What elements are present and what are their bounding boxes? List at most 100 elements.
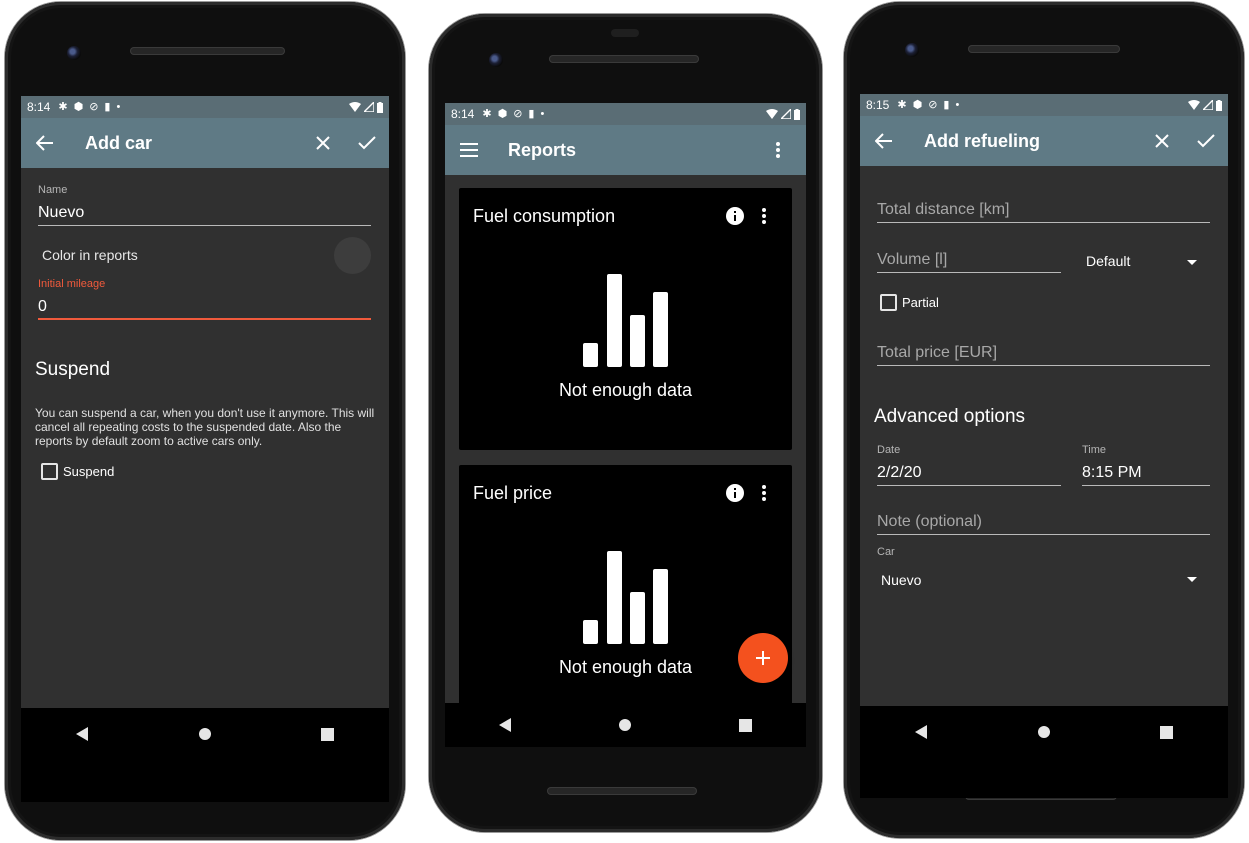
nav-recents-icon[interactable] (1155, 720, 1179, 744)
close-icon[interactable] (311, 131, 335, 155)
battery-icon (1216, 99, 1222, 111)
status-time: 8:14 (27, 100, 51, 114)
arrow-back-icon[interactable] (33, 131, 57, 155)
nav-back-icon[interactable] (70, 722, 94, 746)
nav-back-icon[interactable] (909, 720, 933, 744)
shield-icon: ⬢ (497, 108, 508, 120)
suspend-heading: Suspend (35, 359, 111, 380)
note-input[interactable]: Note (optional) (877, 513, 982, 531)
suspend-checkbox[interactable] (41, 463, 58, 480)
wifi-icon (766, 109, 778, 119)
time-label: Time (1082, 444, 1107, 456)
gear-icon: ✱ (482, 108, 492, 120)
page-title: Add car (85, 132, 153, 153)
total-distance-input[interactable]: Total distance [km] (877, 201, 1010, 219)
note-underline (877, 534, 1210, 535)
sd-card-icon: ▮ (528, 108, 535, 120)
nav-recents-icon[interactable] (734, 713, 758, 737)
name-underline (38, 225, 371, 226)
car-dropdown[interactable]: Nuevo (881, 572, 921, 588)
suspend-checkbox-label: Suspend (63, 464, 115, 479)
date-input[interactable]: 2/2/20 (877, 464, 921, 482)
top-speaker (549, 55, 699, 63)
info-icon[interactable] (726, 484, 744, 502)
page-title: Reports (508, 139, 577, 160)
app-bar: Reports (445, 125, 806, 175)
battery-icon (794, 108, 800, 120)
plus-icon (756, 651, 770, 665)
report-card-fuel-consumption[interactable]: Fuel consumption Not enough data (459, 188, 792, 450)
card-title: Fuel price (473, 483, 553, 503)
sd-card-icon: ▮ (104, 101, 111, 113)
nav-home-icon[interactable] (193, 722, 217, 746)
initial-mileage-label: Initial mileage (38, 278, 106, 290)
status-bar: 8:14 ✱ ⬢ ⊘ ▮ • (21, 96, 389, 118)
top-speaker (130, 47, 285, 55)
dot-icon: • (955, 99, 960, 111)
app-bar: Add refueling (860, 116, 1228, 166)
date-label: Date (877, 444, 901, 456)
signal-icon (364, 102, 374, 112)
navigation-bar (445, 703, 806, 747)
check-icon[interactable] (1194, 129, 1218, 153)
wifi-icon (349, 102, 361, 112)
nav-recents-icon[interactable] (316, 722, 340, 746)
fuel-type-dropdown[interactable]: Default (1086, 253, 1130, 269)
arrow-back-icon[interactable] (872, 129, 896, 153)
advanced-options-heading: Advanced options (874, 406, 1026, 427)
more-vert-icon[interactable] (762, 208, 766, 224)
check-icon[interactable] (355, 131, 379, 155)
gear-icon: ✱ (897, 99, 907, 111)
front-camera (489, 53, 503, 67)
shield-icon: ⬢ (912, 99, 923, 111)
suspend-description: You can suspend a car, when you don't us… (35, 406, 375, 448)
color-in-reports-label: Color in reports (42, 247, 138, 263)
total-price-underline (877, 365, 1210, 366)
add-fab-button[interactable] (738, 633, 788, 683)
navigation-bar (21, 708, 389, 802)
initial-mileage-underline (38, 318, 371, 320)
name-label: Name (38, 184, 68, 196)
partial-checkbox[interactable] (880, 294, 897, 311)
fuel-type-caret-icon (1187, 260, 1197, 265)
partial-checkbox-label: Partial (902, 295, 939, 310)
wifi-icon (1188, 100, 1200, 110)
status-bar: 8:14 ✱ ⬢ ⊘ ▮ • (445, 103, 806, 125)
volume-input[interactable]: Volume [l] (877, 251, 947, 269)
screen-add-car: 8:14 ✱ ⬢ ⊘ ▮ • Add car Name Nuevo Color … (21, 96, 389, 802)
do-not-disturb-icon: ⊘ (928, 99, 938, 111)
phone-frame-reports: 8:14 ✱ ⬢ ⊘ ▮ • Reports Fuel consumption (429, 14, 822, 832)
time-underline (1082, 485, 1210, 486)
do-not-disturb-icon: ⊘ (89, 101, 99, 113)
front-camera (67, 46, 81, 60)
name-input[interactable]: Nuevo (38, 204, 84, 222)
page-title: Add refueling (924, 130, 1040, 151)
screen-add-refueling: 8:15 ✱ ⬢ ⊘ ▮ • Add refueling Total dista… (860, 94, 1228, 798)
menu-icon[interactable] (457, 138, 481, 162)
color-picker-swatch[interactable] (334, 237, 371, 274)
initial-mileage-input[interactable]: 0 (38, 298, 47, 316)
info-icon[interactable] (726, 207, 744, 225)
nav-back-icon[interactable] (493, 713, 517, 737)
date-underline (877, 485, 1061, 486)
sd-card-icon: ▮ (943, 99, 950, 111)
battery-icon (377, 101, 383, 113)
screen-reports: 8:14 ✱ ⬢ ⊘ ▮ • Reports Fuel consumption (445, 103, 806, 703)
volume-underline (877, 272, 1061, 273)
time-input[interactable]: 8:15 PM (1082, 464, 1142, 482)
bottom-speaker (547, 787, 697, 795)
total-distance-underline (877, 222, 1210, 223)
more-vert-icon[interactable] (762, 485, 766, 501)
car-label: Car (877, 546, 895, 558)
nav-home-icon[interactable] (1032, 720, 1056, 744)
card-title: Fuel consumption (473, 206, 616, 226)
total-price-input[interactable]: Total price [EUR] (877, 344, 997, 362)
status-time: 8:14 (451, 107, 475, 121)
nav-home-icon[interactable] (613, 713, 637, 737)
status-bar: 8:15 ✱ ⬢ ⊘ ▮ • (860, 94, 1228, 116)
top-speaker (968, 45, 1120, 53)
gear-icon: ✱ (58, 101, 68, 113)
navigation-bar (860, 706, 1228, 798)
more-vert-icon[interactable] (766, 138, 790, 162)
close-icon[interactable] (1150, 129, 1174, 153)
